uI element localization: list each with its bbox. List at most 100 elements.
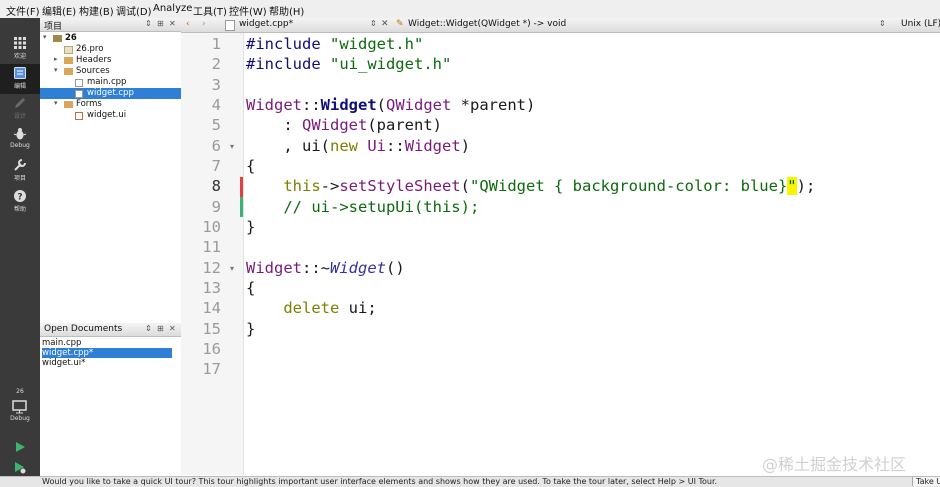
split-icon[interactable]: ⊞	[157, 19, 164, 28]
fold-marker-icon[interactable]: ▾	[230, 264, 234, 273]
type-name: QWidget	[302, 116, 368, 134]
projects-header: 项目 ⇕ ⊞ ✕	[40, 18, 181, 32]
keyword-this: this	[283, 177, 321, 195]
monitor-icon	[12, 400, 27, 414]
tree-item-main-cpp[interactable]: main.cpp	[40, 77, 181, 88]
mode-design-label: 设计	[13, 113, 26, 120]
menu-debug[interactable]: 调试(D)	[116, 3, 152, 18]
menu-help[interactable]: 帮助(H)	[269, 3, 304, 18]
tree-item-forms[interactable]: ▾ Forms	[40, 99, 181, 110]
mode-help-label: 帮助	[13, 206, 26, 213]
symbol-selector[interactable]: Widget::Widget(QWidget *) -> void	[408, 19, 566, 29]
arrow-operator: ->	[320, 177, 340, 195]
paren: )	[460, 137, 471, 155]
open-documents-title: Open Documents	[44, 324, 123, 334]
sort-icon[interactable]: ⇕	[145, 324, 152, 333]
tree-root-label: 26	[65, 33, 77, 43]
mode-bar: 欢迎 编辑 设计 Debug 项目 ? 帮助 26 Debug	[0, 18, 40, 486]
mode-design[interactable]: 设计	[0, 96, 40, 122]
line-number-gutter: 1 2 3 4 5 6 7 8 9 10 11 12 13 14 15 16 1…	[181, 33, 244, 475]
code-editor[interactable]: #include "widget.h" #include "ui_widget.…	[246, 33, 940, 475]
filter-icon[interactable]: ⇕	[145, 19, 152, 28]
ui-tour-message: Would you like to take a quick UI tour? …	[42, 477, 718, 486]
close-file-icon[interactable]: ✕	[381, 19, 389, 29]
delete-target: ui;	[339, 299, 377, 317]
code-line-9: // ui->setupUi(this);	[246, 198, 480, 216]
folder-icon	[64, 68, 73, 75]
menu-file[interactable]: 文件(F)	[6, 3, 40, 18]
keyword-new: new	[330, 137, 358, 155]
expand-arrow-icon[interactable]: ▸	[54, 55, 58, 63]
collapse-arrow-icon[interactable]: ▾	[43, 33, 47, 41]
scope-operator: ::~	[302, 259, 330, 277]
code-line-15: }	[246, 320, 256, 338]
menu-tools[interactable]: 工具(T)	[193, 3, 227, 18]
mode-debug[interactable]: Debug	[0, 127, 40, 153]
tree-item-sources[interactable]: ▾ Sources	[40, 66, 181, 77]
kit-selector[interactable]: Debug	[0, 400, 40, 428]
status-bar: Would you like to take a quick UI tour? …	[0, 476, 940, 487]
close-icon[interactable]: ✕	[169, 324, 176, 333]
tree-root[interactable]: ▾ 26	[40, 33, 181, 44]
matched-quote-highlight: "	[787, 177, 797, 195]
svg-text:?: ?	[17, 193, 22, 203]
menu-edit[interactable]: 编辑(E)	[42, 3, 76, 18]
tree-item-widget-cpp[interactable]: widget.cpp	[40, 88, 181, 99]
fold-marker-icon[interactable]: ▾	[230, 142, 234, 151]
code-line-6: , ui(new Ui::Widget)	[246, 137, 470, 155]
code-line-1: #include "widget.h"	[246, 35, 423, 53]
debug-run-button[interactable]	[0, 460, 40, 476]
code-line-5: : QWidget(parent)	[246, 116, 442, 134]
line-ending[interactable]: Unix (LF)	[901, 19, 940, 29]
line-number: 12	[202, 259, 221, 277]
back-icon[interactable]: ‹	[186, 19, 190, 29]
open-doc-item[interactable]: main.cpp	[42, 338, 172, 348]
line-number: 7	[211, 157, 221, 175]
scope-operator: ::	[386, 137, 405, 155]
dropdown-icon[interactable]: ⇕	[879, 19, 886, 28]
forward-icon[interactable]: ›	[202, 19, 206, 29]
tree-item-pro[interactable]: 26.pro	[40, 44, 181, 55]
init-lead: :	[246, 116, 302, 134]
mode-edit[interactable]: 编辑	[0, 64, 40, 94]
class-name: Widget	[246, 259, 302, 277]
mode-projects[interactable]: 项目	[0, 158, 40, 184]
mode-help[interactable]: ? 帮助	[0, 189, 40, 215]
take-ui-tour-button[interactable]: Take UI Tour	[912, 477, 940, 486]
constructor-name: Widget	[320, 96, 377, 114]
code-line-7: {	[246, 157, 256, 175]
collapse-arrow-icon[interactable]: ▾	[54, 66, 58, 74]
mode-edit-label: 编辑	[13, 83, 26, 90]
split-icon[interactable]: ⊞	[157, 324, 164, 333]
tree-item-headers[interactable]: ▸ Headers	[40, 55, 181, 66]
dropdown-icon[interactable]: ⇕	[370, 19, 377, 28]
run-button[interactable]	[0, 440, 40, 456]
type-name: QWidget	[386, 96, 452, 114]
init-lead: , ui(	[246, 137, 330, 155]
open-doc-item[interactable]: widget.cpp*	[42, 348, 172, 358]
menu-widgets[interactable]: 控件(W)	[229, 3, 267, 18]
projects-title: 项目	[44, 22, 63, 32]
mode-projects-label: 项目	[13, 175, 26, 182]
mode-welcome[interactable]: 欢迎	[0, 36, 40, 62]
tree-item-widget-cpp-label: widget.cpp	[87, 88, 134, 98]
line-number: 1	[211, 35, 221, 53]
collapse-arrow-icon[interactable]: ▾	[54, 99, 58, 107]
bug-icon	[13, 128, 27, 140]
destructor-name: Widget	[330, 259, 386, 277]
close-icon[interactable]: ✕	[169, 19, 176, 28]
preprocessor-directive: #include	[246, 35, 321, 53]
file-tab[interactable]: widget.cpp*	[239, 19, 293, 29]
open-doc-item[interactable]: widget.ui*	[42, 358, 172, 368]
menu-build[interactable]: 构建(B)	[79, 3, 114, 18]
tree-item-widget-ui[interactable]: widget.ui	[40, 110, 181, 121]
code-line-12: Widget::~Widget()	[246, 259, 405, 277]
keyword-delete: delete	[283, 299, 340, 317]
menu-analyze[interactable]: Analyze	[153, 3, 192, 14]
change-marker-unsaved	[240, 177, 243, 197]
pro-file-icon	[64, 46, 73, 54]
watermark: @稀土掘金技术社区	[762, 455, 907, 474]
code-line-13: {	[246, 279, 256, 297]
tree-item-widget-ui-label: widget.ui	[87, 110, 127, 120]
